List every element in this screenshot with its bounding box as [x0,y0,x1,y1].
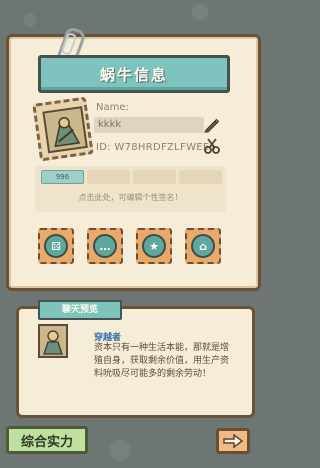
name-field[interactable]: kkkk [94,117,204,133]
edit-pencil-icon[interactable] [203,116,221,134]
chat-preview-tab: 聊天预览 [38,300,122,320]
next-button[interactable] [216,428,250,454]
user-id: ID: W78HRDFZLFWEE1 [96,142,217,153]
dice-icon: ⚄ [44,234,68,258]
chat-message: 资本只有一种生活本能，那就是增殖自身，获取剩余价值，用生产资料吮吸尽可能多的剩余… [94,343,230,379]
signature-tab[interactable] [179,170,222,184]
shop-button[interactable]: ⌂ [185,228,221,264]
signature-tab-active[interactable]: 996 [41,170,84,184]
profile-title-banner: 蜗牛信息 [38,55,230,93]
dice-button[interactable]: ⚄ [38,228,74,264]
badge-icon: ★ [142,234,166,258]
signature-tabs: 996 [41,170,222,184]
shop-icon: ⌂ [191,234,215,258]
signature-hint[interactable]: 点击此处，可编辑个性签名！ [35,192,226,203]
signature-tab[interactable] [87,170,130,184]
badge-button[interactable]: ★ [136,228,172,264]
arrow-right-icon [223,433,244,449]
chat-avatar-icon [40,326,66,356]
avatar [42,106,88,154]
signature-tab[interactable] [133,170,176,184]
chat-avatar [38,324,68,358]
overall-power-button[interactable]: 综合实力 [6,426,88,454]
avatar-frame[interactable] [32,96,94,162]
chat-button[interactable]: … [87,228,123,264]
profile-title: 蜗牛信息 [99,65,168,84]
avatar-character-icon [44,108,86,152]
chat-bubble-icon: … [93,234,117,258]
name-label: Name: [96,102,129,113]
scissors-icon[interactable] [203,137,221,155]
